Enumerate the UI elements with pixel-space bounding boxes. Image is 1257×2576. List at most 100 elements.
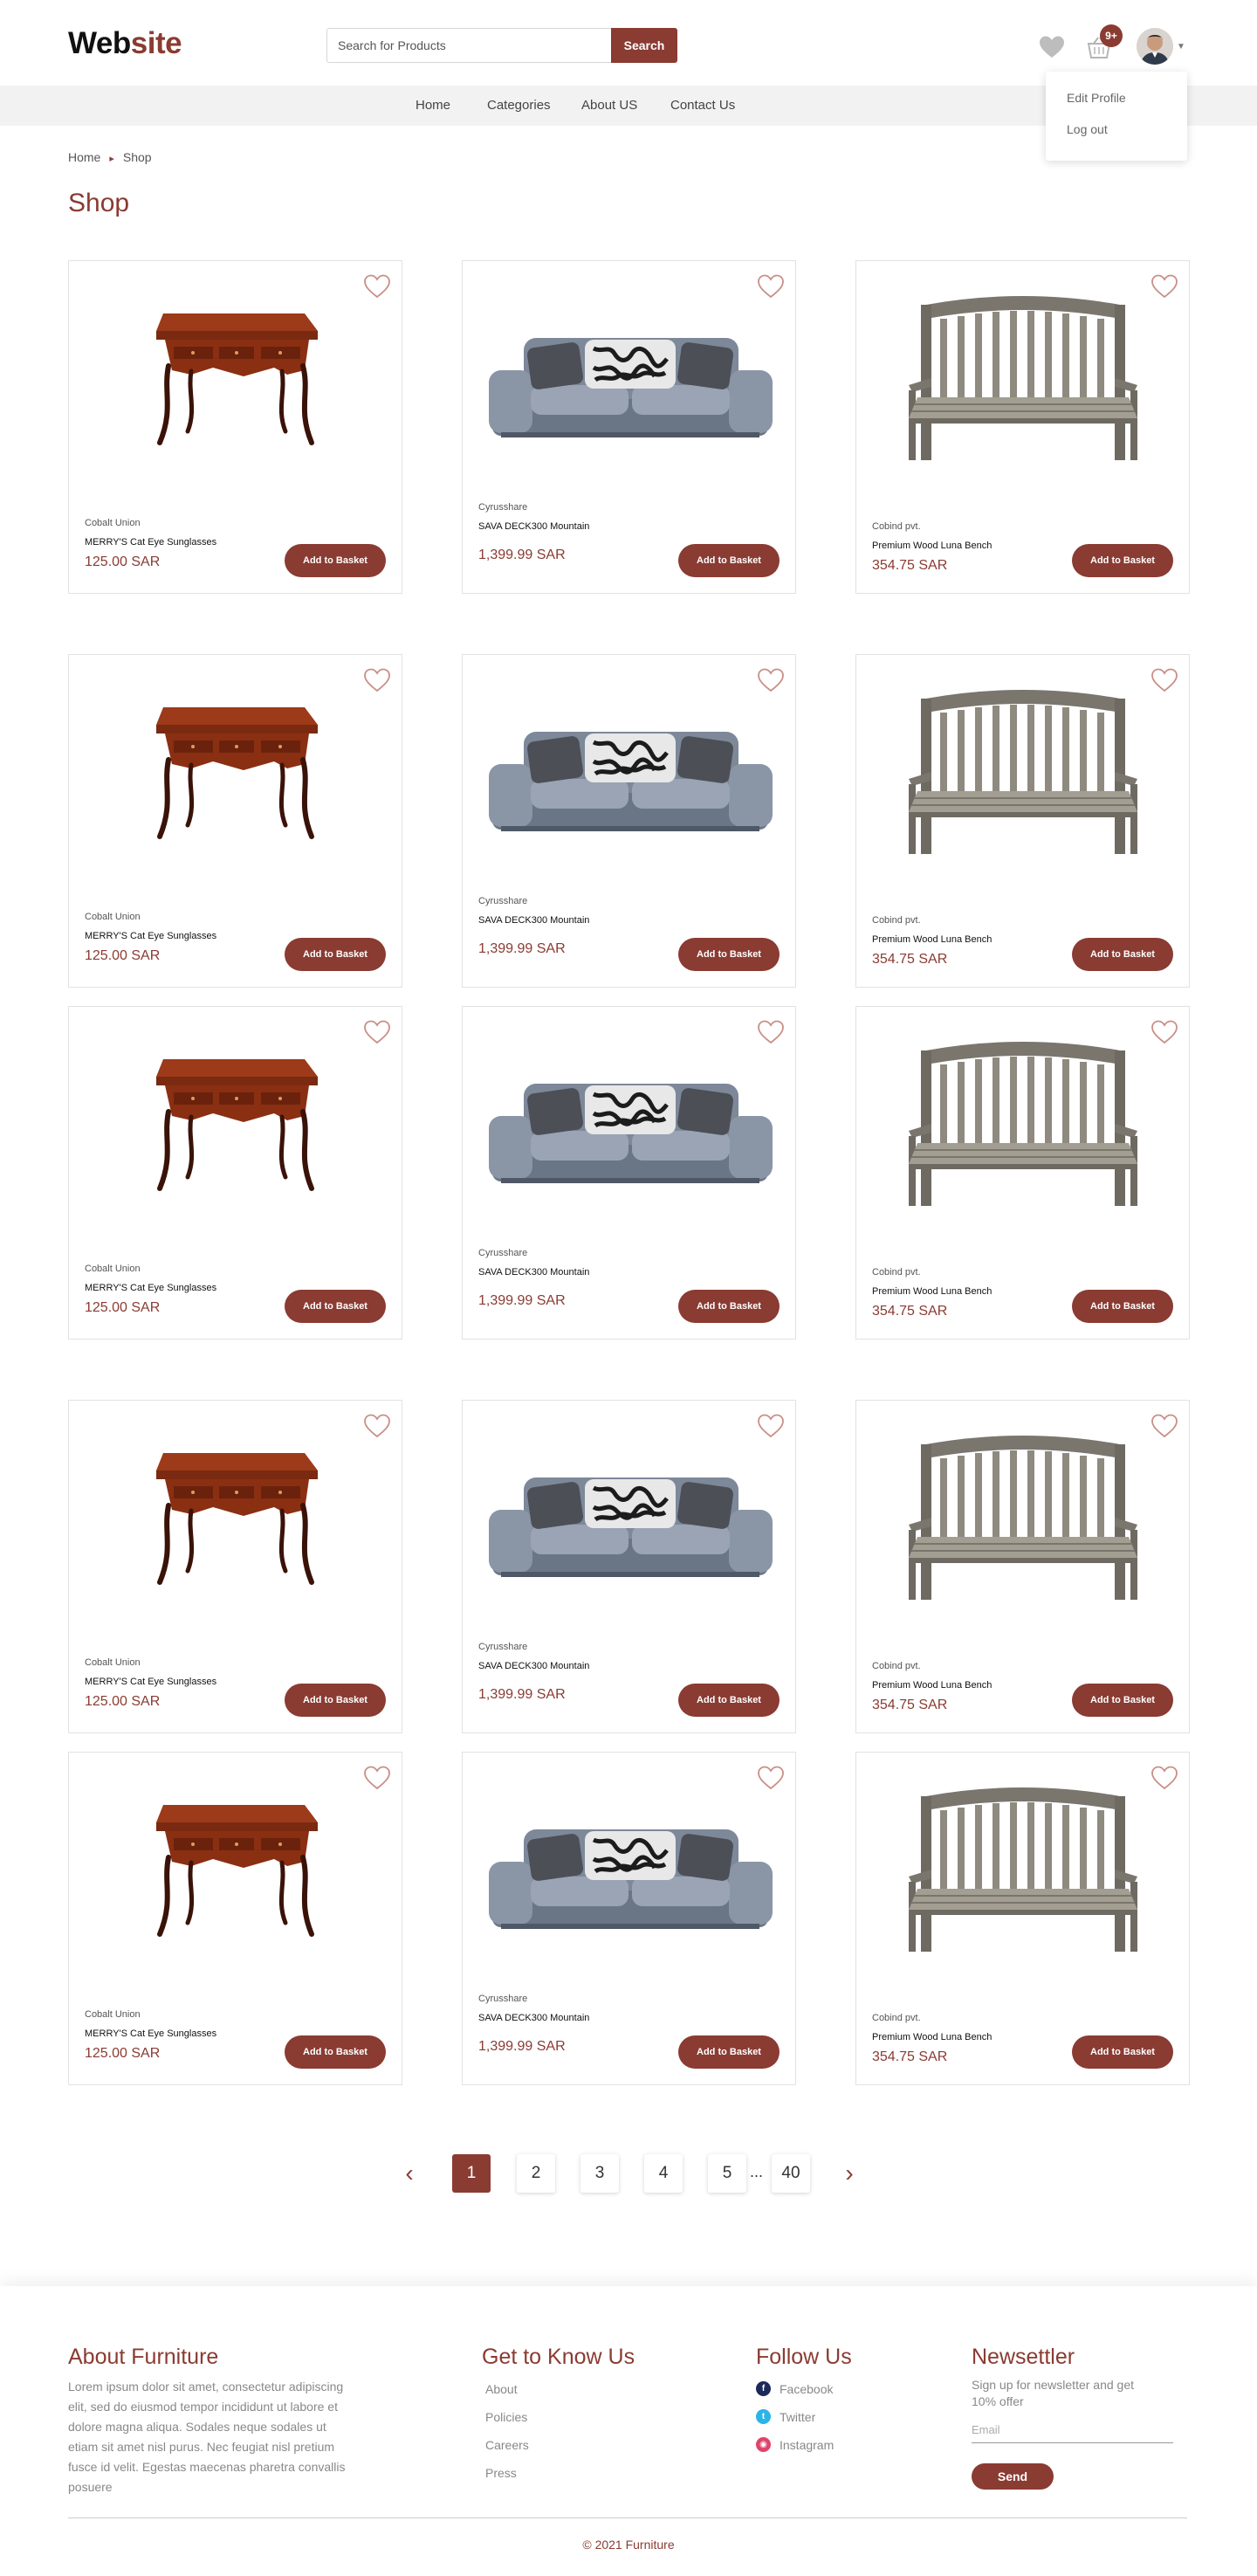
add-to-basket-button[interactable]: Add to Basket	[678, 1290, 780, 1323]
product-image[interactable]	[69, 1427, 402, 1601]
site-logo[interactable]: Website	[68, 26, 182, 61]
product-name[interactable]: SAVA DECK300 Mountain	[478, 915, 589, 926]
product-image[interactable]	[856, 1427, 1189, 1601]
product-name[interactable]: SAVA DECK300 Mountain	[478, 2013, 589, 2023]
product-card[interactable]: Cobalt Union MERRY'S Cat Eye Sunglasses 12…	[68, 654, 402, 988]
product-name[interactable]: MERRY'S Cat Eye Sunglasses	[85, 1283, 216, 1293]
product-card[interactable]: Cobind pvt. Premium Wood Luna Bench 354.75…	[855, 260, 1190, 594]
footer-link-policies[interactable]: Policies	[485, 2410, 527, 2424]
page-40-button[interactable]: 40	[772, 2154, 810, 2193]
add-to-basket-button[interactable]: Add to Basket	[678, 938, 780, 971]
product-price: 354.75 SAR	[872, 1698, 948, 1712]
search-button[interactable]: Search	[611, 28, 677, 63]
nav-item-home[interactable]: Home	[416, 86, 450, 126]
prev-page-icon[interactable]: ‹	[396, 2154, 422, 2193]
product-card[interactable]: Cobalt Union MERRY'S Cat Eye Sunglasses 12…	[68, 1006, 402, 1340]
product-card[interactable]: Cobalt Union MERRY'S Cat Eye Sunglasses 12…	[68, 1400, 402, 1733]
product-maker: Cobind pvt.	[872, 915, 921, 926]
footer-about-text: Lorem ipsum dolor sit amet, consectetur …	[68, 2380, 346, 2494]
product-card[interactable]: Cyrusshare SAVA DECK300 Mountain 1,399.99 …	[462, 654, 796, 988]
newsletter-send-button[interactable]: Send	[972, 2463, 1054, 2490]
footer-link-careers[interactable]: Careers	[485, 2438, 529, 2452]
product-card[interactable]: Cobind pvt. Premium Wood Luna Bench 354.75…	[855, 1400, 1190, 1733]
logout-link[interactable]: Log out	[1067, 122, 1108, 136]
add-to-basket-button[interactable]: Add to Basket	[285, 1684, 386, 1717]
product-name[interactable]: SAVA DECK300 Mountain	[478, 1267, 589, 1278]
product-image[interactable]	[69, 1779, 402, 1953]
footer-social-facebook[interactable]: f Facebook	[756, 2381, 833, 2396]
add-to-basket-button[interactable]: Add to Basket	[1072, 1290, 1173, 1323]
product-card[interactable]: Cobind pvt. Premium Wood Luna Bench 354.75…	[855, 654, 1190, 988]
product-price: 1,399.99 SAR	[478, 1687, 566, 1702]
product-name[interactable]: SAVA DECK300 Mountain	[478, 521, 589, 532]
wishlist-heart-icon[interactable]	[1039, 35, 1065, 59]
product-image[interactable]	[463, 1427, 795, 1601]
product-image[interactable]	[856, 1033, 1189, 1208]
footer-social-instagram[interactable]: ◉ Instagram	[756, 2437, 834, 2452]
product-card[interactable]: Cyrusshare SAVA DECK300 Mountain 1,399.99 …	[462, 1752, 796, 2085]
product-name[interactable]: MERRY'S Cat Eye Sunglasses	[85, 2028, 216, 2039]
product-card[interactable]: Cobind pvt. Premium Wood Luna Bench 354.75…	[855, 1752, 1190, 2085]
product-name[interactable]: MERRY'S Cat Eye Sunglasses	[85, 537, 216, 548]
product-image[interactable]	[463, 287, 795, 462]
add-to-basket-button[interactable]: Add to Basket	[285, 544, 386, 577]
footer-social-twitter[interactable]: t Twitter	[756, 2409, 815, 2424]
chevron-down-icon[interactable]: ▼	[1177, 42, 1185, 52]
add-to-basket-button[interactable]: Add to Basket	[285, 1290, 386, 1323]
add-to-basket-button[interactable]: Add to Basket	[678, 2035, 780, 2069]
add-to-basket-button[interactable]: Add to Basket	[1072, 938, 1173, 971]
page-2-button[interactable]: 2	[517, 2154, 555, 2193]
product-price: 125.00 SAR	[85, 948, 161, 963]
product-name[interactable]: SAVA DECK300 Mountain	[478, 1661, 589, 1671]
product-name[interactable]: Premium Wood Luna Bench	[872, 934, 992, 945]
product-card[interactable]: Cyrusshare SAVA DECK300 Mountain 1,399.99 …	[462, 260, 796, 594]
next-page-icon[interactable]: ›	[836, 2154, 862, 2193]
page-1-button[interactable]: 1	[452, 2154, 491, 2193]
page-3-button[interactable]: 3	[580, 2154, 619, 2193]
product-card[interactable]: Cyrusshare SAVA DECK300 Mountain 1,399.99 …	[462, 1006, 796, 1340]
product-card[interactable]: Cyrusshare SAVA DECK300 Mountain 1,399.99 …	[462, 1400, 796, 1733]
footer-divider	[68, 2517, 1187, 2518]
product-card[interactable]: Cobalt Union MERRY'S Cat Eye Sunglasses 12…	[68, 1752, 402, 2085]
facebook-icon: f	[756, 2381, 771, 2396]
product-name[interactable]: Premium Wood Luna Bench	[872, 1680, 992, 1691]
search-input[interactable]	[326, 28, 611, 63]
product-name[interactable]: MERRY'S Cat Eye Sunglasses	[85, 1677, 216, 1687]
product-image[interactable]	[856, 1779, 1189, 1953]
page-4-button[interactable]: 4	[644, 2154, 683, 2193]
product-image[interactable]	[463, 1779, 795, 1953]
product-image[interactable]	[69, 681, 402, 856]
product-name[interactable]: MERRY'S Cat Eye Sunglasses	[85, 931, 216, 941]
product-name[interactable]: Premium Wood Luna Bench	[872, 2032, 992, 2042]
add-to-basket-button[interactable]: Add to Basket	[1072, 1684, 1173, 1717]
footer-link-press[interactable]: Press	[485, 2466, 517, 2480]
product-image[interactable]	[69, 287, 402, 462]
nav-item-about[interactable]: About US	[581, 86, 637, 126]
add-to-basket-button[interactable]: Add to Basket	[678, 1684, 780, 1717]
product-name[interactable]: Premium Wood Luna Bench	[872, 541, 992, 551]
add-to-basket-button[interactable]: Add to Basket	[285, 2035, 386, 2069]
product-name[interactable]: Premium Wood Luna Bench	[872, 1286, 992, 1297]
product-image[interactable]	[856, 681, 1189, 856]
product-image[interactable]	[463, 1033, 795, 1208]
add-to-basket-button[interactable]: Add to Basket	[285, 938, 386, 971]
product-card[interactable]: Cobind pvt. Premium Wood Luna Bench 354.75…	[855, 1006, 1190, 1340]
instagram-label: Instagram	[780, 2437, 835, 2452]
product-image[interactable]	[69, 1033, 402, 1208]
add-to-basket-button[interactable]: Add to Basket	[678, 544, 780, 577]
product-image[interactable]	[463, 681, 795, 856]
breadcrumb-home[interactable]: Home	[68, 150, 100, 164]
add-to-basket-button[interactable]: Add to Basket	[1072, 544, 1173, 577]
add-to-basket-button[interactable]: Add to Basket	[1072, 2035, 1173, 2069]
product-maker: Cobalt Union	[85, 1657, 141, 1668]
product-price: 354.75 SAR	[872, 952, 948, 967]
footer-link-about[interactable]: About	[485, 2382, 518, 2396]
page-5-button[interactable]: 5	[708, 2154, 746, 2193]
newsletter-email-field[interactable]	[972, 2417, 1173, 2443]
avatar[interactable]	[1137, 28, 1173, 65]
product-image[interactable]	[856, 287, 1189, 462]
nav-item-contact[interactable]: Contact Us	[670, 86, 735, 126]
nav-item-categories[interactable]: Categories	[487, 86, 551, 126]
product-card[interactable]: Cobalt Union MERRY'S Cat Eye Sunglasses 12…	[68, 260, 402, 594]
edit-profile-link[interactable]: Edit Profile	[1067, 91, 1126, 105]
